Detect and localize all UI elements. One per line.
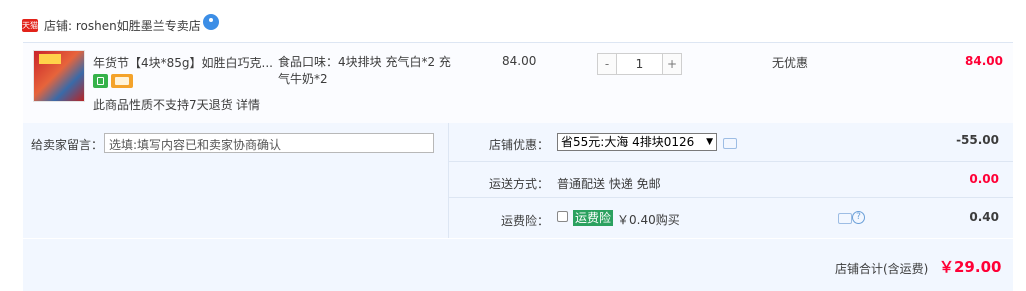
divider: [448, 161, 1013, 162]
shop-name[interactable]: 店铺: roshen如胜墨兰专卖店: [44, 17, 201, 34]
message-icon[interactable]: [723, 138, 737, 149]
shop-discount-selected: 省55元:大海 4排块0126: [561, 135, 695, 149]
shipping-value: 0.00: [969, 172, 999, 186]
product-thumbnail[interactable]: [33, 50, 85, 102]
product-sku: 食品口味：4块排块 充气白*2 充气牛奶*2: [278, 55, 451, 86]
guarantee-icon: [93, 74, 108, 88]
card-payment-icon: [111, 74, 133, 88]
tmall-badge: 天猫: [22, 19, 38, 32]
decrease-button[interactable]: -: [597, 53, 617, 75]
insurance-label: 运费险：: [501, 214, 550, 228]
item-total: 84.00: [965, 54, 1003, 68]
insurance-checkbox[interactable]: [557, 211, 568, 222]
insurance-price: ￥0.40购买: [617, 213, 680, 227]
unit-price: 84.00: [502, 54, 537, 68]
increase-button[interactable]: +: [662, 53, 682, 75]
product-title[interactable]: 年货节【4块*85g】如胜白巧克...: [93, 54, 273, 71]
insurance-tag[interactable]: 运费险: [573, 210, 614, 226]
memo-label: 给卖家留言：: [31, 138, 104, 152]
chat-icon[interactable]: [203, 14, 219, 30]
shop-discount-label: 店铺优惠：: [489, 138, 550, 152]
chat-help-icon[interactable]: [838, 213, 852, 224]
no-return-notice: 此商品性质不支持7天退货: [93, 98, 233, 112]
shop-discount-value: -55.00: [956, 133, 999, 147]
question-icon[interactable]: ?: [852, 211, 865, 224]
divider: [448, 197, 1013, 198]
shipping-label: 运送方式：: [489, 177, 550, 191]
shop-discount-select[interactable]: 省55元:大海 4排块0126 ▼: [557, 133, 717, 151]
detail-link[interactable]: 详情: [236, 96, 260, 113]
total-label: 店铺合计(含运费): [835, 262, 929, 276]
memo-input[interactable]: 选填:填写内容已和卖家协商确认: [104, 133, 434, 153]
total-value: ￥29.00: [939, 258, 1002, 276]
chevron-down-icon: ▼: [706, 137, 713, 147]
insurance-value: 0.40: [969, 210, 999, 224]
quantity-stepper: - 1 +: [597, 53, 682, 75]
quantity-input[interactable]: 1: [617, 53, 662, 75]
shipping-method: 普通配送 快递 免邮: [557, 177, 661, 191]
item-discount: 无优惠: [772, 56, 809, 70]
